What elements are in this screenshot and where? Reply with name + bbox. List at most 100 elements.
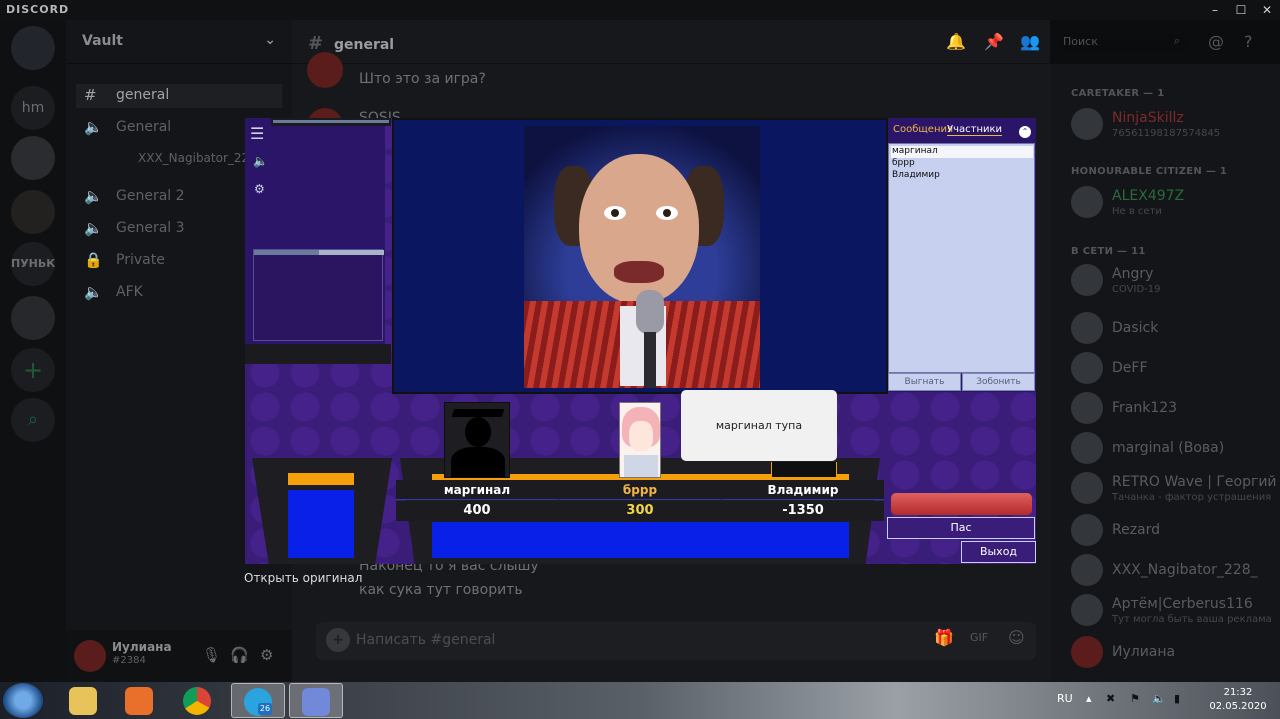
emoji-icon[interactable]: ☺ [1008, 628, 1025, 647]
clock-date: 02.05.2020 [1209, 701, 1267, 712]
close-button[interactable]: ✕ [1254, 0, 1280, 20]
exit-button[interactable]: Выход [961, 541, 1036, 563]
pin-icon[interactable]: 📌 [984, 32, 1004, 51]
member-name: ALEX497Z [1112, 188, 1185, 204]
member-item[interactable]: Dasick [1071, 312, 1271, 348]
hash-icon: # [308, 33, 324, 54]
settings-icon[interactable]: ⚙ [254, 182, 265, 196]
home-server[interactable] [11, 26, 55, 70]
discord-icon [302, 688, 330, 716]
member-item[interactable]: ALEX497Z Не в сети [1071, 186, 1271, 222]
server-icon-3[interactable] [11, 190, 55, 234]
collapse-icon[interactable]: ⌃ [1019, 126, 1031, 138]
guild-header[interactable]: Vault ⌄ [66, 20, 292, 64]
avatar [1071, 352, 1103, 384]
player-plate: бррр 300 [559, 480, 721, 521]
member-item[interactable]: DeFF [1071, 352, 1271, 388]
explore-servers-button[interactable]: ⌕ [11, 398, 55, 442]
member-name: XXX_Nagibator_228_ [1112, 562, 1258, 578]
member-name: Иулиана [1112, 644, 1176, 660]
channel-general[interactable]: # general [76, 84, 282, 108]
member-name: Артём|Cerberus116 [1112, 596, 1253, 612]
open-original-link[interactable]: Открыть оригинал [244, 571, 362, 585]
game-left-panel: ☰ 🔈 ⚙ [245, 118, 391, 364]
clock-time: 21:32 [1223, 687, 1253, 698]
player-name: маргинал [396, 480, 558, 500]
discord-titlebar: DISCORD – ☐ ✕ [0, 0, 1280, 20]
message-placeholder: Написать #general [356, 632, 496, 648]
participant-item[interactable]: Владимир [891, 170, 1033, 182]
telegram-badge: 26 [258, 703, 272, 715]
taskbar-media-player[interactable] [113, 683, 167, 718]
member-name: Angry [1112, 266, 1154, 282]
bell-icon[interactable]: 🔔 [946, 32, 966, 51]
clock[interactable]: 21:32 02.05.2020 [1200, 686, 1276, 714]
server-punk[interactable]: ПУНЬК [11, 242, 55, 286]
tab-participants[interactable]: Участники [947, 124, 1003, 136]
server-icon-2[interactable] [11, 136, 55, 180]
menu-icon[interactable]: ☰ [250, 124, 264, 143]
avatar [1071, 554, 1103, 586]
gear-icon[interactable]: ⚙ [260, 646, 273, 664]
avatar [1071, 594, 1103, 626]
guild-name: Vault [82, 33, 123, 49]
gif-icon[interactable]: GIF [970, 631, 988, 644]
tray-arrow-icon[interactable]: ▴ [1086, 692, 1092, 705]
plus-icon[interactable]: + [326, 628, 350, 652]
headphones-icon[interactable]: 🎧 [230, 646, 249, 664]
participant-item[interactable]: маргинал [891, 146, 1033, 158]
player-plate: Владимир -1350 [722, 480, 884, 521]
member-item[interactable]: marginal (Вова) [1071, 432, 1271, 468]
member-item[interactable]: Артём|Cerberus116 Тут могла быть ваша ре… [1071, 594, 1272, 630]
signal-icon[interactable]: ▮ [1174, 692, 1180, 705]
member-item[interactable]: RETRO Wave | Георгий Тачанка - фактор ус… [1071, 472, 1277, 508]
avatar [1071, 108, 1103, 140]
channel-label: general [116, 87, 170, 103]
member-item[interactable]: Angry COVID-19 [1071, 264, 1271, 300]
avatar[interactable] [307, 52, 343, 88]
volume-icon[interactable]: 🔈 [1152, 692, 1166, 705]
gift-icon[interactable]: 🎁 [934, 628, 954, 647]
sound-icon[interactable]: 🔈 [253, 154, 268, 168]
member-item[interactable]: Иулиана [1071, 636, 1271, 672]
round-progress-bar [254, 250, 384, 255]
member-item[interactable]: NinjaSkillz 76561198187574845 [1071, 108, 1271, 144]
microphone-icon[interactable]: 🎙 [202, 646, 221, 664]
avatar[interactable] [74, 640, 106, 672]
member-item[interactable]: Rezard [1071, 514, 1271, 550]
start-button[interactable] [3, 683, 43, 718]
kick-button[interactable]: Выгнать [888, 373, 961, 391]
chrome-icon [183, 687, 211, 715]
minimize-button[interactable]: – [1202, 0, 1228, 20]
maximize-button[interactable]: ☐ [1228, 0, 1254, 20]
network-error-icon[interactable]: ✖ [1106, 692, 1115, 705]
member-name: NinjaSkillz [1112, 110, 1184, 126]
participant-item[interactable]: бррр [891, 158, 1033, 170]
search-placeholder: Поиск [1063, 35, 1098, 48]
message-input[interactable]: + Написать #general [316, 622, 1036, 660]
pass-button[interactable]: Пас [887, 517, 1035, 539]
call-button[interactable]: Зобонить [962, 373, 1035, 391]
taskbar-explorer[interactable] [57, 683, 111, 718]
timer-strip [271, 118, 391, 126]
help-icon[interactable]: ? [1244, 32, 1253, 51]
tab-messages[interactable]: Сообщения [893, 124, 953, 135]
add-server-button[interactable]: + [11, 348, 55, 392]
member-name: Rezard [1112, 522, 1161, 538]
member-item[interactable]: XXX_Nagibator_228_ [1071, 554, 1271, 590]
player-name: Владимир [722, 480, 884, 500]
taskbar-discord[interactable] [289, 683, 343, 718]
members-icon[interactable]: 👥 [1020, 32, 1040, 51]
taskbar-chrome[interactable] [171, 683, 225, 718]
flag-icon[interactable]: ⚑ [1130, 692, 1140, 705]
hash-icon: # [84, 86, 97, 104]
member-item[interactable]: Frank123 [1071, 392, 1271, 428]
server-icon-5[interactable] [11, 296, 55, 340]
answer-button[interactable] [891, 493, 1032, 515]
language-indicator[interactable]: RU [1057, 692, 1073, 705]
server-hm[interactable]: hm [11, 86, 55, 130]
question-video [392, 118, 888, 394]
search-input[interactable]: Поиск ⌕ [1058, 33, 1186, 51]
at-icon[interactable]: @ [1208, 32, 1224, 51]
avatar [1071, 312, 1103, 344]
